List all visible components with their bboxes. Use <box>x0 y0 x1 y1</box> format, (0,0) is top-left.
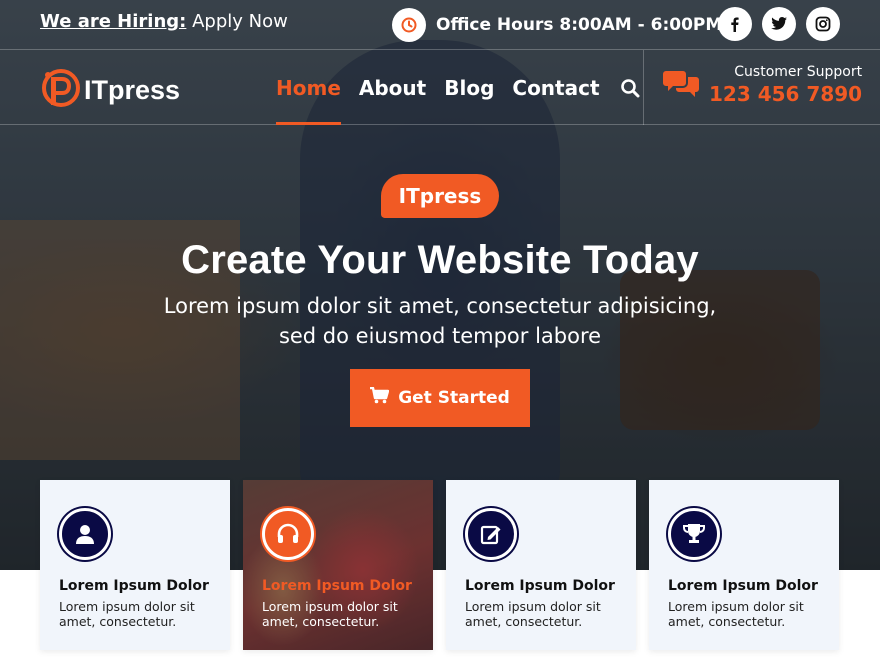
get-started-button[interactable]: Get Started <box>350 369 530 427</box>
facebook-icon[interactable] <box>718 7 752 41</box>
hero-content: ITpress Create Your Website Today Lorem … <box>0 174 880 427</box>
nav-divider <box>643 50 644 125</box>
hero-title: Create Your Website Today <box>181 238 699 282</box>
support-label: Customer Support <box>734 64 863 80</box>
edit-icon <box>465 508 517 560</box>
nav-contact[interactable]: Contact <box>512 50 599 125</box>
logo-mark-icon <box>40 67 80 113</box>
search-icon[interactable] <box>618 76 642 100</box>
nav-blog[interactable]: Blog <box>444 50 494 125</box>
headphones-icon <box>262 508 314 560</box>
nav-home[interactable]: Home <box>276 50 341 125</box>
hero-subtitle: Lorem ipsum dolor sit amet, consectetur … <box>0 291 880 351</box>
nav-menu: Home About Blog Contact <box>276 50 642 125</box>
main-navbar: ITpress Home About Blog Contact Customer… <box>0 50 880 125</box>
feature-card-text: Lorem ipsum dolor sit amet, consectetur. <box>668 599 804 629</box>
feature-card-text: Lorem ipsum dolor sit amet, consectetur. <box>465 599 601 629</box>
logo-text: ITpress <box>84 74 181 105</box>
office-hours-text: Office Hours 8:00AM - 6:00PM <box>436 15 723 35</box>
feature-card-title: Lorem Ipsum Dolor <box>262 578 412 594</box>
feature-card-title: Lorem Ipsum Dolor <box>668 578 818 594</box>
feature-card[interactable]: Lorem Ipsum Dolor Lorem ipsum dolor sit … <box>649 480 839 650</box>
hero-badge: ITpress <box>380 174 500 218</box>
feature-card-text: Lorem ipsum dolor sit amet, consectetur. <box>59 599 195 629</box>
cart-icon <box>370 386 390 409</box>
top-bar: We are Hiring: Apply Now Office Hours 8:… <box>0 0 880 50</box>
clock-icon <box>392 8 426 42</box>
feature-card-title: Lorem Ipsum Dolor <box>59 578 209 594</box>
nav-about[interactable]: About <box>359 50 426 125</box>
hero-subtitle-line2: sed do eiusmod tempor labore <box>278 324 602 348</box>
feature-card-text: Lorem ipsum dolor sit amet, consectetur. <box>262 599 398 629</box>
feature-card-title: Lorem Ipsum Dolor <box>465 578 615 594</box>
support-phone[interactable]: 123 456 7890 <box>709 82 862 106</box>
hiring-link[interactable]: We are Hiring: Apply Now <box>40 11 288 32</box>
chat-icon <box>663 68 699 102</box>
instagram-icon[interactable] <box>806 7 840 41</box>
feature-cards: Lorem Ipsum Dolor Lorem ipsum dolor sit … <box>40 480 840 650</box>
hero-subtitle-line1: Lorem ipsum dolor sit amet, consectetur … <box>163 294 717 318</box>
trophy-icon <box>668 508 720 560</box>
office-hours: Office Hours 8:00AM - 6:00PM <box>392 8 722 42</box>
twitter-icon[interactable] <box>762 7 796 41</box>
customer-support: Customer Support 123 456 7890 <box>663 64 862 106</box>
site-logo[interactable]: ITpress <box>40 67 180 113</box>
feature-card[interactable]: Lorem Ipsum Dolor Lorem ipsum dolor sit … <box>243 480 433 650</box>
get-started-label: Get Started <box>398 388 510 408</box>
social-links <box>718 7 840 41</box>
hiring-label: We are Hiring: <box>40 11 187 32</box>
apply-now-text: Apply Now <box>186 11 288 32</box>
support-text: Customer Support 123 456 7890 <box>709 64 862 106</box>
feature-card[interactable]: Lorem Ipsum Dolor Lorem ipsum dolor sit … <box>40 480 230 650</box>
user-icon <box>59 508 111 560</box>
feature-card[interactable]: Lorem Ipsum Dolor Lorem ipsum dolor sit … <box>446 480 636 650</box>
